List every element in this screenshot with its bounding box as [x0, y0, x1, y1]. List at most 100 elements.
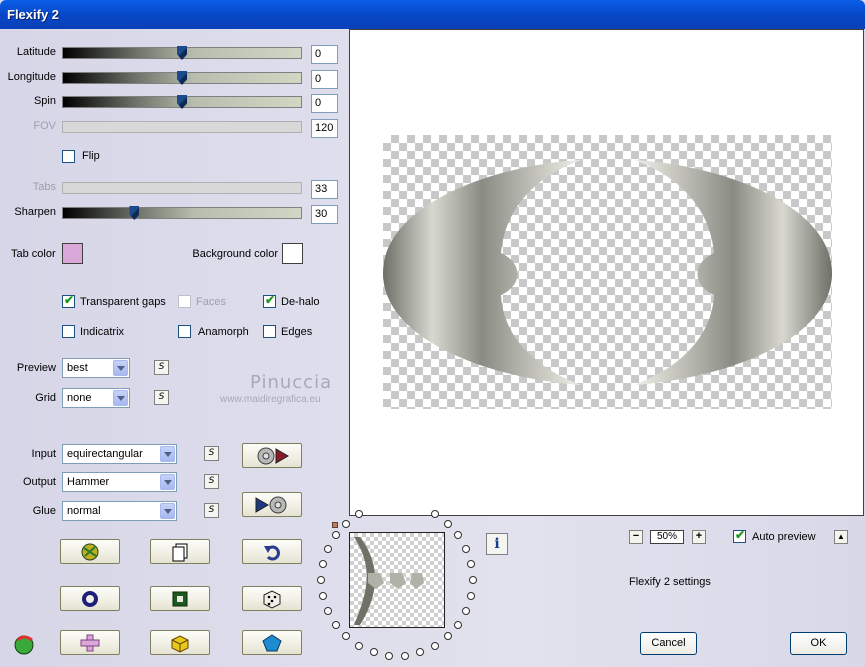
longitude-slider[interactable] — [62, 71, 302, 85]
navigator-dot[interactable] — [331, 620, 340, 629]
ring-icon — [82, 590, 98, 607]
navigator-dot[interactable] — [385, 651, 394, 660]
sharpen-slider-thumb[interactable] — [129, 206, 140, 220]
info-button[interactable]: i — [486, 533, 508, 555]
input-s-button[interactable]: S — [204, 446, 219, 461]
chevron-down-icon[interactable] — [113, 390, 128, 406]
navigator-dot[interactable] — [355, 641, 363, 650]
undo-button[interactable] — [242, 539, 302, 564]
navigator-thumbnail[interactable] — [349, 532, 445, 628]
randomize-button[interactable] — [242, 586, 302, 611]
auto-preview-checkbox[interactable]: ✔ — [733, 528, 746, 543]
longitude-value[interactable]: 0 — [311, 70, 338, 89]
navigator-dot[interactable] — [331, 531, 340, 540]
chevron-up-icon: ▲ — [837, 532, 845, 541]
navigator-dot[interactable] — [469, 576, 477, 584]
pentagon-button[interactable] — [242, 630, 302, 655]
latitude-slider-thumb[interactable] — [177, 46, 187, 60]
chevron-down-icon[interactable] — [160, 503, 175, 519]
chevron-down-icon[interactable] — [113, 360, 128, 376]
de-halo-checkbox[interactable]: ✔ — [263, 293, 276, 308]
preview-canvas[interactable] — [349, 29, 864, 516]
play-globe-button[interactable] — [242, 492, 302, 517]
preview-s-button[interactable]: S — [154, 360, 169, 375]
watermark-name: Pinuccia — [250, 372, 333, 393]
globe-play-button[interactable] — [242, 443, 302, 468]
navigator-dot[interactable] — [318, 591, 327, 600]
copy-pages-icon — [172, 543, 188, 561]
navigator-dot[interactable] — [323, 606, 332, 615]
flip-checkbox[interactable] — [62, 150, 75, 163]
paint-globe-button[interactable] — [60, 539, 120, 564]
preview-select[interactable]: best — [62, 358, 130, 378]
spin-value[interactable]: 0 — [311, 94, 338, 113]
chevron-down-icon[interactable] — [160, 446, 175, 462]
edges-checkbox[interactable] — [263, 325, 276, 338]
settings-label: Flexify 2 settings — [629, 576, 711, 588]
play-globe-icon — [255, 496, 287, 513]
preview-select-value: best — [67, 362, 88, 374]
glue-s-button[interactable]: S — [204, 503, 219, 518]
ok-button[interactable]: OK — [790, 632, 847, 655]
navigator-dot[interactable] — [342, 519, 351, 528]
flip-label: Flip — [82, 150, 100, 162]
fov-value: 120 — [311, 119, 338, 138]
expand-up-button[interactable]: ▲ — [834, 530, 848, 544]
navigator-dot[interactable] — [443, 519, 452, 528]
de-halo-label: De-halo — [281, 296, 320, 308]
thumbnail-shape — [354, 537, 424, 625]
navigator-dot[interactable] — [323, 545, 332, 554]
flexify-logo-icon — [12, 632, 36, 659]
spin-slider-thumb[interactable] — [177, 95, 187, 109]
zoom-out-button[interactable]: − — [629, 530, 643, 544]
longitude-slider-thumb[interactable] — [177, 71, 187, 85]
tabs-value: 33 — [311, 180, 338, 199]
latitude-label: Latitude — [16, 46, 56, 58]
pentagon-icon — [262, 633, 282, 651]
glue-select[interactable]: normal — [62, 501, 177, 521]
navigator-dot[interactable] — [369, 648, 378, 657]
sharpen-label: Sharpen — [14, 206, 56, 218]
preview-image — [383, 135, 832, 409]
flexified-shape — [383, 160, 832, 385]
anamorph-checkbox[interactable] — [178, 325, 191, 338]
fov-slider — [62, 121, 302, 133]
cube-button[interactable] — [150, 630, 210, 655]
navigator-dot[interactable] — [400, 651, 409, 660]
navigator-handle[interactable] — [332, 522, 338, 528]
output-select[interactable]: Hammer — [62, 472, 177, 492]
output-label: Output — [22, 476, 56, 488]
tabs-slider — [62, 182, 302, 194]
output-select-value: Hammer — [67, 476, 110, 488]
circle-button[interactable] — [60, 586, 120, 611]
sharpen-slider[interactable] — [62, 206, 302, 220]
chevron-down-icon[interactable] — [160, 474, 175, 490]
grid-select-value: none — [67, 392, 92, 404]
cancel-button[interactable]: Cancel — [640, 632, 697, 655]
tab-color-swatch[interactable] — [62, 243, 83, 264]
spin-slider[interactable] — [62, 95, 302, 109]
copy-button[interactable] — [150, 539, 210, 564]
background-color-swatch[interactable] — [282, 243, 303, 264]
latitude-value[interactable]: 0 — [311, 45, 338, 64]
transparent-gaps-checkbox[interactable]: ✔ — [62, 293, 75, 308]
sharpen-value[interactable]: 30 — [311, 205, 338, 224]
navigator-dot[interactable] — [431, 641, 439, 650]
preview-label: Preview — [16, 362, 56, 374]
navigator-dot[interactable] — [317, 576, 325, 584]
square-button[interactable] — [150, 586, 210, 611]
latitude-slider[interactable] — [62, 46, 302, 60]
faces-label: Faces — [196, 296, 226, 308]
faces-checkbox — [178, 295, 191, 308]
cross-button[interactable] — [60, 630, 120, 655]
navigator-dot[interactable] — [318, 560, 327, 569]
zoom-in-button[interactable]: + — [692, 530, 706, 544]
grid-select[interactable]: none — [62, 388, 130, 408]
input-select[interactable]: equirectangular — [62, 444, 177, 464]
output-s-button[interactable]: S — [204, 474, 219, 489]
watermark-url: www.maidiregrafica.eu — [220, 394, 321, 405]
spin-label: Spin — [33, 95, 56, 107]
grid-s-button[interactable]: S — [154, 390, 169, 405]
indicatrix-checkbox[interactable] — [62, 325, 75, 338]
auto-preview-label: Auto preview — [752, 531, 816, 543]
